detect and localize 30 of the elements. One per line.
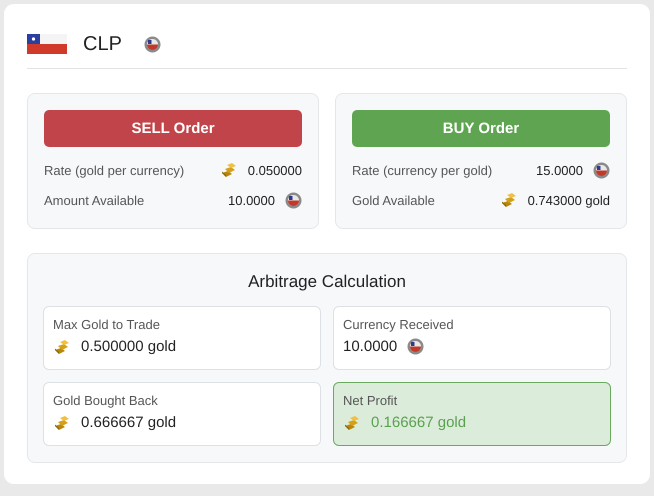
ingot-icon bbox=[500, 192, 518, 208]
result-label: Net Profit bbox=[343, 393, 398, 408]
chile-flag-icon bbox=[27, 34, 67, 54]
coin-icon bbox=[407, 338, 424, 355]
arbitrage-title: Arbitrage Calculation bbox=[247, 272, 407, 292]
field-label: Gold Available bbox=[352, 192, 436, 208]
result-label: Gold Bought Back bbox=[53, 393, 159, 408]
ingot-icon bbox=[53, 338, 71, 354]
ingot-icon bbox=[53, 414, 71, 430]
value-text: 0.166667 gold bbox=[371, 414, 466, 431]
value-text: 10.0000 bbox=[228, 192, 275, 208]
value-text: 0.500000 gold bbox=[81, 338, 176, 355]
value-text: 0.743000 gold bbox=[528, 192, 610, 208]
buy-order-button[interactable]: BUY Order bbox=[352, 110, 610, 147]
coin-icon bbox=[593, 162, 610, 178]
value-text: 0.050000 bbox=[248, 162, 302, 178]
currency-code: CLP bbox=[83, 32, 122, 56]
ingot-icon bbox=[220, 162, 238, 178]
field-label: Amount Available bbox=[44, 192, 146, 208]
coin-icon bbox=[144, 36, 161, 52]
result-label: Currency Received bbox=[343, 317, 455, 332]
result-label: Max Gold to Trade bbox=[53, 317, 161, 332]
sell-order-button[interactable]: SELL Order bbox=[44, 110, 302, 147]
value-text: 0.666667 gold bbox=[81, 414, 176, 431]
value-text: 10.0000 bbox=[343, 338, 398, 355]
field-label: Rate (currency per gold) bbox=[352, 162, 494, 178]
value-text: 15.0000 bbox=[536, 162, 583, 178]
ingot-icon bbox=[343, 414, 361, 430]
coin-icon bbox=[285, 192, 302, 208]
field-label: Rate (gold per currency) bbox=[44, 162, 186, 178]
